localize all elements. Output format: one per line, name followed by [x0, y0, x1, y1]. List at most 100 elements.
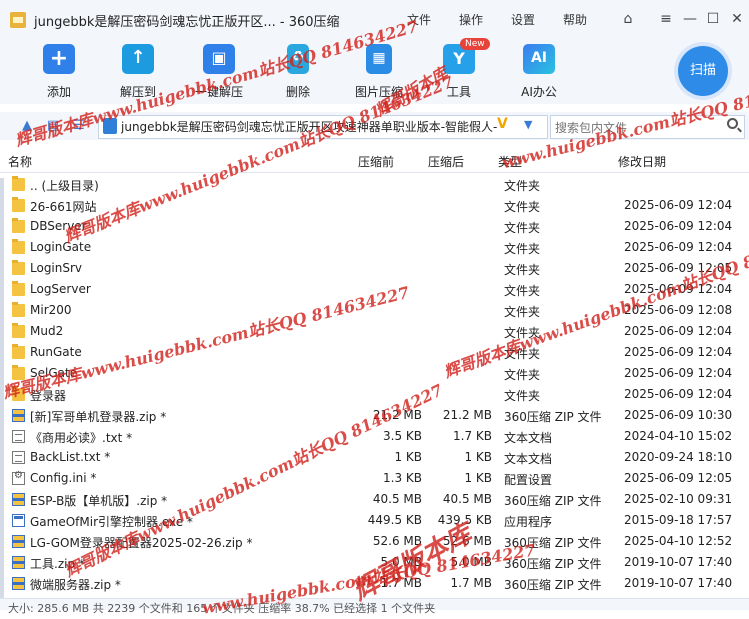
file-date: 2025-06-09 12:04	[624, 240, 733, 254]
folder-icon	[12, 197, 25, 212]
file-row[interactable]: GameOfMir引擎控制器.exe * 449.5 KB 439.5 KB 应用程序…	[0, 510, 749, 531]
file-name: LogServer	[30, 282, 91, 296]
file-row[interactable]: 《商用必读》.txt * 3.5 KB 1.7 KB 文本文档 2024-04-10 1…	[0, 426, 749, 447]
extract-to-button[interactable]: 解压到	[108, 44, 168, 100]
column-type[interactable]: 类型	[498, 153, 522, 170]
file-row[interactable]: 微端服务器.zip * 1.7 MB 1.7 MB 360压缩 ZIP 文件 2019-…	[0, 573, 749, 594]
file-date: 2015-09-18 17:57	[624, 513, 733, 527]
file-row[interactable]: RunGate 文件夹 2025-06-09 12:04	[0, 342, 749, 363]
file-row[interactable]: LogServer 文件夹 2025-06-09 12:04	[0, 279, 749, 300]
file-type: 文件夹	[504, 242, 541, 256]
file-row[interactable]: SelGate 文件夹 2025-06-09 12:04	[0, 363, 749, 384]
folder-icon	[12, 176, 25, 191]
path-text[interactable]: jungebbk是解压密码剑魂忘忧正版开区攻速神器单职业版本-智能假人-	[121, 118, 497, 135]
file-packed-size: 5.0 MB	[450, 555, 492, 569]
up-arrow-icon[interactable]: ▲	[18, 117, 36, 135]
close-button[interactable]: ✕	[728, 10, 746, 28]
add-button[interactable]: 添加	[29, 44, 89, 100]
file-type: 文件夹	[504, 347, 541, 361]
list-view-icon[interactable]: ▤	[44, 117, 62, 135]
file-row[interactable]: DBServer 文件夹 2025-06-09 12:04	[0, 216, 749, 237]
column-name[interactable]: 名称	[8, 153, 32, 170]
maximize-button[interactable]: ☐	[704, 10, 722, 28]
file-row[interactable]: ESP-B版【单机版】.zip * 40.5 MB 40.5 MB 360压缩 ZIP…	[0, 489, 749, 510]
zip-file-icon	[12, 535, 25, 548]
menu-icon[interactable]: ≡	[657, 10, 675, 28]
file-row[interactable]: 登录器 文件夹 2025-06-09 12:04	[0, 384, 749, 405]
file-row[interactable]: Mir200 文件夹 2025-06-09 12:08	[0, 300, 749, 321]
column-date[interactable]: 修改日期	[618, 153, 666, 170]
file-row[interactable]: LoginSrv 文件夹 2025-06-09 12:05	[0, 258, 749, 279]
file-packed-size: 52.6 MB	[442, 534, 492, 548]
zip-file-icon	[12, 577, 25, 590]
text-file-icon	[12, 451, 25, 464]
scan-button[interactable]: 扫描	[678, 46, 728, 96]
file-date: 2025-04-10 12:52	[624, 534, 733, 548]
file-row[interactable]: 工具.zip * 5.0 MB 5.0 MB 360压缩 ZIP 文件 2019-10-…	[0, 552, 749, 573]
file-date: 2025-06-09 12:05	[624, 261, 733, 275]
file-size: 52.6 MB	[372, 534, 422, 548]
extract-to-label: 解压到	[119, 85, 156, 99]
file-name: Mud2	[30, 324, 64, 338]
one-click-extract-button[interactable]: 一键解压	[189, 44, 249, 100]
skin-icon[interactable]: ⌂	[619, 10, 637, 28]
delete-icon	[287, 44, 309, 74]
file-row[interactable]: 26-661网站 文件夹 2025-06-09 12:04	[0, 195, 749, 216]
tools-button[interactable]: 工具	[429, 44, 489, 100]
file-name: 工具.zip *	[30, 557, 85, 571]
delete-button[interactable]: 删除	[268, 44, 328, 100]
file-size: 1.7 MB	[380, 576, 422, 590]
search-box[interactable]	[550, 115, 745, 139]
config-file-icon	[12, 470, 25, 485]
folder-icon	[12, 260, 25, 275]
path-dropdown-icon[interactable]: ▼	[524, 118, 532, 131]
minimize-button[interactable]: —	[681, 10, 699, 28]
search-input[interactable]	[553, 118, 727, 137]
file-row[interactable]: Config.ini * 1.3 KB 1 KB 配置设置 2025-06-09 12:…	[0, 468, 749, 489]
file-row[interactable]: LG-GOM登录器配置器2025-02-26.zip * 52.6 MB 52.6 …	[0, 531, 749, 552]
folder-icon	[12, 281, 25, 296]
file-date: 2025-06-09 12:04	[624, 345, 733, 359]
column-size[interactable]: 压缩前	[358, 153, 394, 170]
detail-view-icon[interactable]: ☰	[70, 117, 88, 135]
file-type: 文件夹	[504, 221, 541, 235]
ai-office-label: AI办公	[521, 85, 557, 99]
file-row[interactable]: LoginGate 文件夹 2025-06-09 12:04	[0, 237, 749, 258]
archive-icon	[103, 118, 117, 134]
file-name: LoginSrv	[30, 261, 83, 275]
file-type: 文本文档	[504, 452, 553, 466]
folder-icon	[12, 218, 25, 233]
file-packed-size: 1 KB	[464, 471, 492, 485]
file-row[interactable]: BackList.txt * 1 KB 1 KB 文本文档 2020-09-24 18:…	[0, 447, 749, 468]
file-type: 文件夹	[504, 326, 541, 340]
ai-office-button[interactable]: AI办公	[509, 44, 569, 100]
menu-operation[interactable]: 操作	[459, 11, 483, 28]
file-date: 2025-06-09 12:04	[624, 324, 733, 338]
file-name: 26-661网站	[30, 200, 97, 214]
menu-file[interactable]: 文件	[407, 11, 431, 28]
file-packed-size: 439.5 KB	[437, 513, 492, 527]
file-date: 2020-09-24 18:10	[624, 450, 733, 464]
search-icon[interactable]	[727, 118, 738, 129]
image-compress-button[interactable]: 图片压缩	[349, 44, 409, 100]
file-row[interactable]: .. (上级目录) 文件夹	[0, 174, 749, 195]
file-size: 5.0 MB	[380, 555, 422, 569]
window-title: jungebbk是解压密码剑魂忘忧正版开区... - 360压缩	[34, 15, 340, 30]
file-packed-size: 1.7 KB	[453, 429, 492, 443]
tools-label: 工具	[446, 85, 471, 99]
add-icon	[43, 44, 75, 74]
file-name: ESP-B版【单机版】.zip *	[30, 494, 168, 508]
file-name: GameOfMir引擎控制器.exe *	[30, 515, 193, 529]
file-date: 2025-06-09 12:08	[624, 303, 733, 317]
file-size: 1 KB	[394, 450, 422, 464]
image-compress-label: 图片压缩	[354, 85, 403, 99]
file-row[interactable]: Mud2 文件夹 2025-06-09 12:04	[0, 321, 749, 342]
file-date: 2025-06-09 10:30	[624, 408, 733, 422]
folder-icon	[12, 239, 25, 254]
file-type: 文件夹	[504, 200, 541, 214]
file-type: 360压缩 ZIP 文件	[504, 410, 602, 424]
menu-help[interactable]: 帮助	[563, 11, 587, 28]
file-row[interactable]: [新]军哥单机登录器.zip * 21.2 MB 21.2 MB 360压缩 ZIP …	[0, 405, 749, 426]
column-packed[interactable]: 压缩后	[428, 153, 464, 170]
menu-settings[interactable]: 设置	[511, 11, 535, 28]
